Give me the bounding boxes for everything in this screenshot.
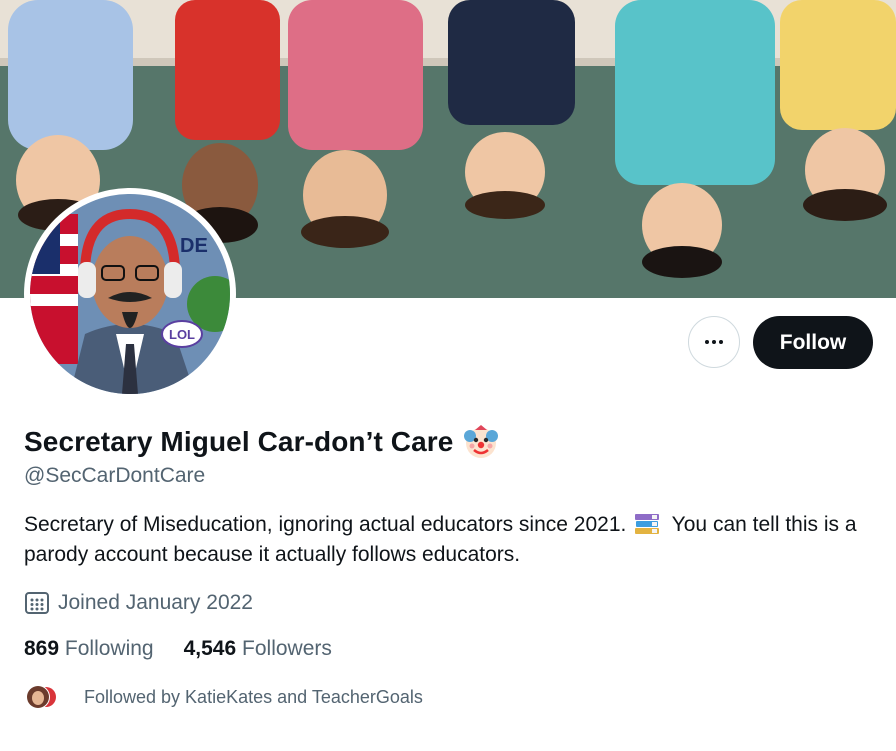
user-handle: @SecCarDontCare [24,464,206,487]
follow-button[interactable]: Follow [753,316,873,369]
joined-date: Joined January 2022 [24,590,253,616]
followers-label: Followers [242,637,332,660]
profile-avatar[interactable]: DE LOL [24,188,236,400]
follower-avatars [24,684,64,710]
follow-stats: 869 Following 4,546 Followers [24,637,332,661]
following-link[interactable]: 869 Following [24,637,154,661]
following-count: 869 [24,637,60,660]
avatar-sign-text: DE [180,235,208,257]
clown-face-icon [464,425,499,458]
joined-text: Joined January 2022 [58,591,253,614]
followed-by-text: Followed by KatieKates and TeacherGoals [84,686,423,707]
bio-text-1: Secretary of Miseducation, ignoring actu… [24,513,627,536]
more-horizontal-icon [705,340,723,344]
avatar-sticker-text: LOL [169,327,195,342]
books-icon [635,514,660,534]
followers-link[interactable]: 4,546 Followers [184,637,332,661]
display-name-row: Secretary Miguel Car-don’t Care [24,424,499,460]
profile-bio: Secretary of Miseducation, ignoring actu… [24,510,864,570]
display-name: Secretary Miguel Car-don’t Care [24,426,454,457]
avatar-image: DE LOL [30,194,230,394]
followers-count: 4,546 [183,637,237,660]
followed-by[interactable]: Followed by KatieKates and TeacherGoals [24,684,423,710]
calendar-icon [25,592,49,614]
more-options-button[interactable] [688,316,740,368]
following-label: Following [64,637,154,660]
